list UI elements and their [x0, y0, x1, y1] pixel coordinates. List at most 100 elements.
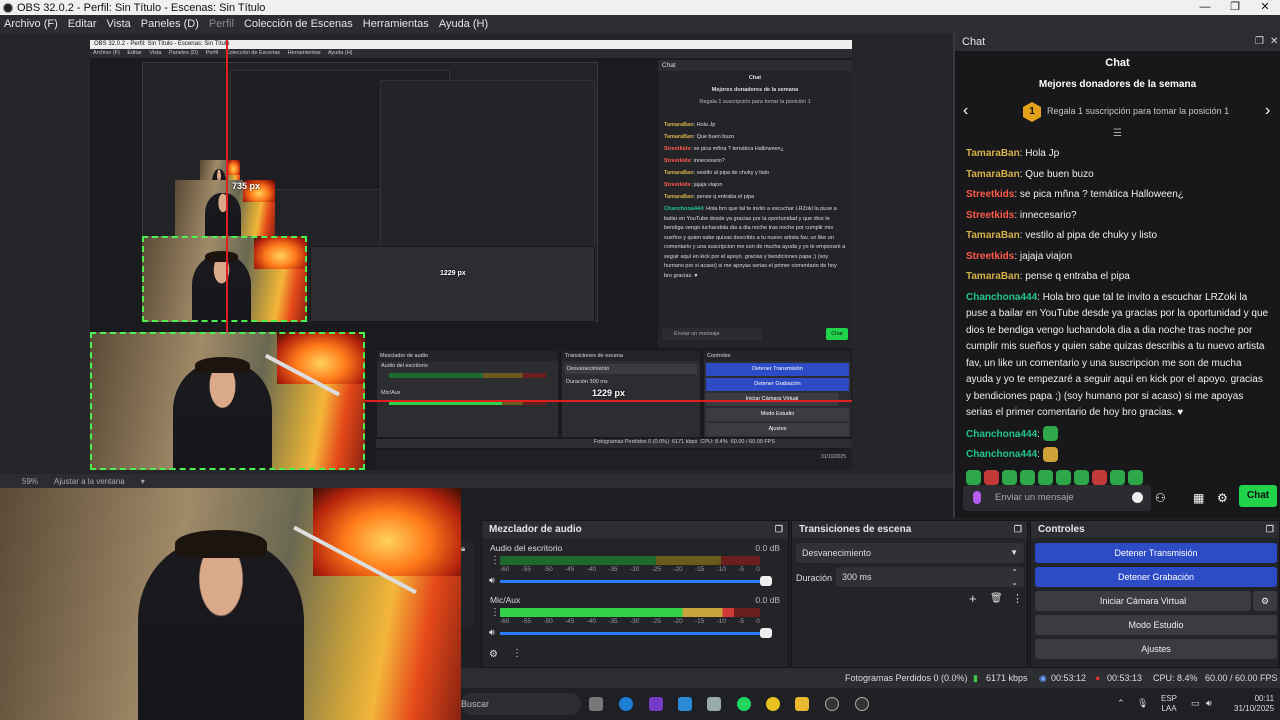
slider-knob[interactable]	[760, 576, 772, 586]
chevron-up-icon[interactable]: ⌃	[1117, 698, 1125, 709]
chevron-down-icon[interactable]: ▾	[141, 477, 145, 486]
undock-icon[interactable]: ❐	[1255, 33, 1264, 51]
chat-username[interactable]: Streetkids	[966, 189, 1014, 200]
clock[interactable]: 00:11 31/10/2025	[1234, 694, 1274, 714]
chat-username[interactable]: TamaraBan	[966, 148, 1020, 159]
settings-app-icon[interactable]	[707, 697, 721, 711]
obs-icon[interactable]	[825, 697, 839, 711]
volume-slider[interactable]	[500, 576, 772, 586]
duration-label: Duración	[796, 573, 833, 583]
volume-slider[interactable]	[500, 628, 772, 638]
link-icon[interactable]: ⚇	[1155, 491, 1166, 505]
speaker-icon[interactable]: 🔊︎	[489, 575, 495, 586]
undock-icon[interactable]: ❐	[775, 521, 783, 538]
menu-coleccion[interactable]: Colección de Escenas	[244, 18, 353, 30]
undock-icon[interactable]: ❐	[1014, 521, 1022, 538]
nested-controls-title: Controles	[704, 351, 851, 361]
menu-paneles[interactable]: Paneles (D)	[141, 18, 199, 30]
microphone-icon[interactable]: 🎙︎	[1137, 698, 1148, 709]
scale-tick: -20	[673, 618, 683, 625]
nested-msg-user: Streetkids	[664, 182, 691, 188]
language-indicator[interactable]: ESP LAA	[1161, 694, 1177, 714]
more-icon[interactable]: ⋮	[490, 555, 500, 566]
emote-icon[interactable]	[984, 469, 999, 485]
virtual-camera-settings-button[interactable]: ⚙	[1253, 591, 1277, 611]
menu-editar[interactable]: Editar	[68, 18, 97, 30]
edge-icon[interactable]	[619, 697, 633, 711]
more-icon[interactable]: ⋮	[490, 607, 500, 618]
chat-username[interactable]: Chanchona444	[966, 429, 1037, 440]
emote-icon[interactable]	[1128, 469, 1143, 485]
emote-icon[interactable]	[1002, 469, 1017, 485]
emote-icon[interactable]	[1020, 469, 1035, 485]
gift-icon[interactable]: ▦	[1193, 491, 1204, 505]
trash-icon[interactable]: 🗑︎	[990, 593, 1003, 604]
start-virtual-camera-button[interactable]: Iniciar Cámara Virtual	[1035, 591, 1251, 611]
emote-icon[interactable]	[1110, 469, 1125, 485]
chat-username[interactable]: Streetkids	[966, 210, 1014, 221]
emoji-icon[interactable]	[1132, 492, 1143, 503]
chat-message-input[interactable]: Enviar un mensaje	[963, 485, 1151, 511]
menu-ayuda[interactable]: Ayuda (H)	[439, 18, 488, 30]
chat-username[interactable]: TamaraBan	[966, 230, 1020, 241]
obs-icon[interactable]	[855, 697, 869, 711]
taskbar-search[interactable]: Buscar	[461, 693, 581, 715]
visual-studio-icon[interactable]	[649, 697, 663, 711]
chrome-icon[interactable]	[766, 697, 780, 711]
speaker-icon[interactable]: 🔊︎	[489, 627, 495, 638]
fit-to-window[interactable]: Ajustar a la ventana	[54, 477, 125, 486]
chevron-left-icon[interactable]: ‹	[963, 102, 968, 120]
volume-icon[interactable]: 🔊︎	[1206, 698, 1212, 709]
emote-icon[interactable]	[1074, 469, 1089, 485]
close-icon[interactable]: ✕	[1270, 33, 1278, 51]
chat-send-button[interactable]: Chat	[1239, 485, 1277, 507]
nested-chat-title: Chat	[748, 75, 762, 81]
stop-recording-button[interactable]: Detener Grabación	[1035, 567, 1277, 587]
emote-icon[interactable]	[1092, 469, 1107, 485]
zoom-level[interactable]: 59%	[22, 477, 38, 486]
chat-username[interactable]: Streetkids	[966, 251, 1014, 262]
emote-icon[interactable]	[1056, 469, 1071, 485]
task-view-icon[interactable]	[589, 697, 603, 711]
gear-icon[interactable]: ⚙	[1217, 491, 1228, 505]
network-icon[interactable]: ▭	[1191, 698, 1200, 709]
menu-vista[interactable]: Vista	[107, 18, 131, 30]
chevron-right-icon[interactable]: ›	[1265, 102, 1270, 120]
app-icon[interactable]	[678, 697, 692, 711]
chat-username[interactable]: TamaraBan	[966, 271, 1020, 282]
lock-icon[interactable]: 🔒︎	[461, 544, 474, 554]
nested-status-cpu: CPU: 8.4%	[700, 439, 728, 445]
menu-archivo[interactable]: Archivo (F)	[4, 18, 58, 30]
menu-perfil[interactable]: Perfil	[209, 18, 234, 30]
undock-icon[interactable]: ❐	[1266, 521, 1274, 538]
emote-icon[interactable]	[966, 469, 981, 485]
more-icon[interactable]: ⋮	[1012, 592, 1023, 605]
close-button[interactable]: ✕	[1250, 0, 1280, 15]
chat-username[interactable]: Chanchona444	[966, 449, 1037, 460]
spotify-icon[interactable]	[737, 697, 751, 711]
minimize-button[interactable]: —	[1190, 0, 1220, 15]
spin-down-icon[interactable]: ⌄	[1011, 573, 1018, 593]
chat-text: :	[1037, 428, 1040, 440]
duration-spinbox[interactable]: 300 ms ⌃ ⌄	[836, 567, 1024, 587]
nested-msg-text: : se pica mñna ? temática Halloween¿	[690, 146, 784, 152]
nested-webcam-selection	[90, 332, 365, 470]
controls-title: Controles	[1038, 524, 1085, 535]
chat-username[interactable]: TamaraBan	[966, 169, 1020, 180]
transition-select[interactable]: Desvanecimiento ▼	[796, 543, 1024, 563]
studio-mode-button[interactable]: Modo Estudio	[1035, 615, 1277, 635]
gear-icon[interactable]: ⚙	[489, 649, 498, 660]
nested-msg-text: : jajaja viajon	[690, 182, 723, 188]
stop-stream-button[interactable]: Detener Transmisión	[1035, 543, 1277, 563]
collapse-icon[interactable]: ☰	[955, 128, 1280, 140]
slider-knob[interactable]	[760, 628, 772, 638]
file-explorer-icon[interactable]	[795, 697, 809, 711]
more-icon[interactable]: ⋮	[512, 648, 522, 659]
maximize-button[interactable]: ❐	[1220, 0, 1250, 15]
chat-username[interactable]: Chanchona444	[966, 292, 1037, 303]
settings-button[interactable]: Ajustes	[1035, 639, 1277, 659]
add-icon[interactable]: +	[969, 591, 977, 606]
microphone-icon[interactable]	[973, 491, 981, 504]
menu-herramientas[interactable]: Herramientas	[363, 18, 429, 30]
emote-icon[interactable]	[1038, 469, 1053, 485]
